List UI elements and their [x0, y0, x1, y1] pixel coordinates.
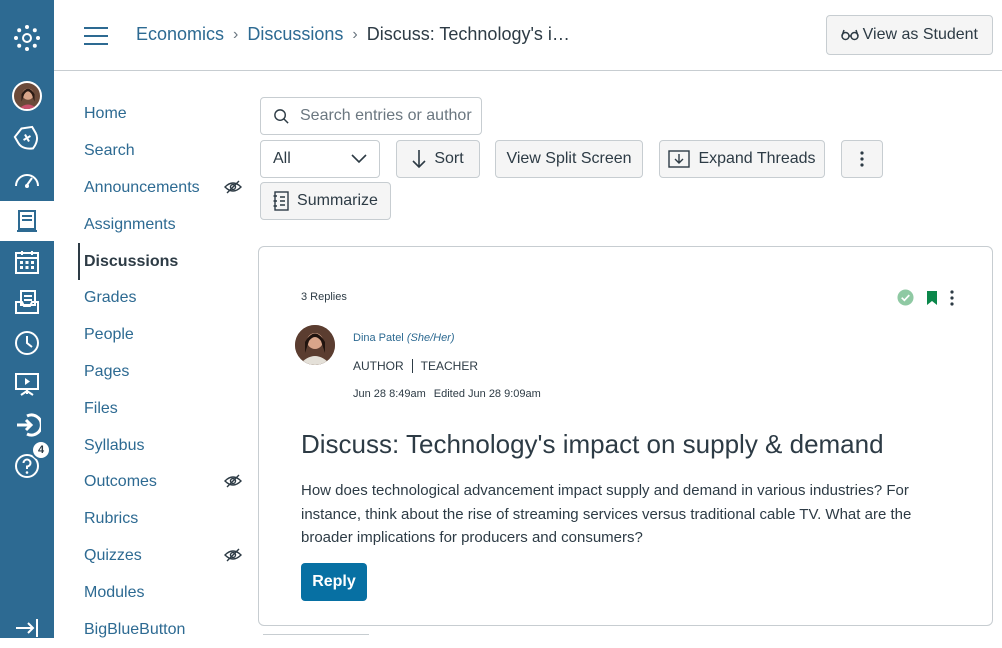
- breadcrumb-current: Discuss: Technology's i…: [366, 24, 570, 44]
- discussion-title: Discuss: Technology's impact on supply &…: [301, 429, 884, 459]
- author-name-text: Dina Patel: [353, 332, 404, 344]
- course-nav-label: Home: [84, 105, 127, 123]
- published-check-icon[interactable]: [897, 289, 914, 306]
- course-nav-files[interactable]: Files: [78, 390, 248, 427]
- bookmark-icon[interactable]: [926, 290, 938, 306]
- inbox-icon[interactable]: [0, 282, 54, 322]
- sort-button[interactable]: Sort: [396, 140, 480, 178]
- course-nav-bigbluebutton[interactable]: BigBlueButton: [78, 611, 248, 648]
- sort-label: Sort: [434, 150, 464, 167]
- account-avatar[interactable]: [0, 76, 54, 116]
- course-nav-people[interactable]: People: [78, 317, 248, 354]
- search-box: [260, 97, 482, 135]
- course-nav-pages[interactable]: Pages: [78, 354, 248, 391]
- arrow-down-icon: [412, 150, 426, 169]
- chevron-right-icon: ›: [233, 25, 239, 43]
- course-nav-grades[interactable]: Grades: [78, 280, 248, 317]
- course-nav-home[interactable]: Home: [78, 96, 248, 133]
- course-nav-rubrics[interactable]: Rubrics: [78, 501, 248, 538]
- edited-date: Edited Jun 28 9:09am: [433, 388, 541, 400]
- logout-icon[interactable]: [0, 405, 54, 445]
- topic-actions: [897, 289, 954, 306]
- view-as-student-label: View as Student: [862, 26, 978, 43]
- calendar-icon[interactable]: [0, 242, 54, 282]
- expand-icon: [668, 150, 691, 168]
- role-divider: [411, 359, 413, 373]
- course-nav-search[interactable]: Search: [78, 133, 248, 170]
- reply-button[interactable]: Reply: [301, 563, 367, 601]
- breadcrumb-discussions[interactable]: Discussions: [247, 24, 343, 45]
- breadcrumb-course[interactable]: Economics: [136, 24, 224, 45]
- studio-icon[interactable]: [0, 364, 54, 404]
- notebook-icon: [273, 191, 289, 211]
- chevron-down-icon: [351, 154, 367, 164]
- kebab-icon: [860, 151, 864, 167]
- filter-select[interactable]: All: [260, 140, 380, 178]
- course-nav-quizzes[interactable]: Quizzes: [78, 538, 248, 575]
- course-nav-label: Quizzes: [84, 546, 142, 564]
- summarize-button[interactable]: Summarize: [260, 182, 391, 220]
- course-nav: Home Search Announcements Assignments Di…: [78, 96, 248, 648]
- course-nav-label: Pages: [84, 362, 130, 380]
- search-icon: [274, 108, 289, 124]
- page-header: Economics › Discussions › Discuss: Techn…: [54, 0, 1002, 71]
- courses-icon[interactable]: [0, 201, 54, 241]
- discussion-body: How does technological advancement impac…: [301, 482, 912, 546]
- author-avatar[interactable]: [295, 325, 335, 365]
- post-dates: Jun 28 8:49am Edited Jun 28 9:09am: [353, 388, 541, 400]
- dashboard-icon[interactable]: [0, 160, 54, 200]
- role-author: AUTHOR: [353, 359, 404, 373]
- collapse-nav-icon[interactable]: [0, 608, 54, 648]
- replies-count: 3 Replies: [301, 291, 347, 303]
- kebab-icon[interactable]: [950, 289, 954, 306]
- course-nav-announcements[interactable]: Announcements: [78, 170, 248, 207]
- filter-select-value: All: [273, 150, 291, 167]
- help-icon[interactable]: 4: [0, 440, 54, 486]
- view-split-screen-button[interactable]: View Split Screen: [495, 140, 643, 178]
- course-nav-label: Search: [84, 142, 135, 160]
- course-menu-toggle[interactable]: [84, 27, 108, 45]
- more-options-button[interactable]: [841, 140, 883, 178]
- hidden-eye-icon: [224, 180, 242, 194]
- search-input[interactable]: [300, 107, 480, 125]
- author-roles: AUTHOR TEACHER: [353, 359, 478, 373]
- history-icon[interactable]: [0, 323, 54, 363]
- course-nav-label: Modules: [84, 583, 145, 601]
- split-screen-label: View Split Screen: [506, 150, 632, 167]
- course-nav-discussions[interactable]: Discussions: [78, 243, 248, 280]
- discussion-topic-card: 3 Replies Dina Patel (She/Her) AUTHOR TE…: [258, 246, 993, 626]
- course-nav-label: BigBlueButton: [84, 620, 186, 638]
- next-card-edge: [263, 634, 369, 638]
- course-nav-modules[interactable]: Modules: [78, 574, 248, 611]
- author-pronouns: (She/Her): [406, 332, 455, 344]
- author-name[interactable]: Dina Patel (She/Her): [353, 332, 455, 344]
- course-nav-label: Files: [84, 399, 118, 417]
- course-nav-label: Rubrics: [84, 510, 139, 528]
- course-nav-label: Assignments: [84, 215, 176, 233]
- course-nav-label: Discussions: [84, 252, 179, 270]
- course-nav-label: Syllabus: [84, 436, 145, 454]
- course-nav-syllabus[interactable]: Syllabus: [78, 427, 248, 464]
- course-nav-label: Grades: [84, 289, 137, 307]
- expand-threads-label: Expand Threads: [698, 150, 816, 167]
- hidden-eye-icon: [224, 548, 242, 562]
- glasses-icon: [840, 29, 859, 41]
- expand-threads-button[interactable]: Expand Threads: [659, 140, 825, 178]
- role-teacher: TEACHER: [420, 359, 479, 373]
- course-nav-outcomes[interactable]: Outcomes: [78, 464, 248, 501]
- course-nav-assignments[interactable]: Assignments: [78, 206, 248, 243]
- course-nav-label: Announcements: [84, 178, 200, 196]
- admin-icon[interactable]: [0, 118, 54, 158]
- breadcrumb: Economics › Discussions › Discuss: Techn…: [136, 24, 570, 45]
- course-nav-label: People: [84, 326, 134, 344]
- summarize-label: Summarize: [297, 192, 378, 209]
- posted-date: Jun 28 8:49am: [353, 388, 426, 400]
- help-badge: 4: [31, 440, 51, 460]
- canvas-logo-icon[interactable]: [0, 18, 54, 58]
- course-nav-label: Outcomes: [84, 473, 157, 491]
- hidden-eye-icon: [224, 474, 242, 488]
- chevron-right-icon: ›: [352, 25, 358, 43]
- view-as-student-button[interactable]: View as Student: [825, 15, 993, 55]
- global-nav: 4: [0, 0, 54, 638]
